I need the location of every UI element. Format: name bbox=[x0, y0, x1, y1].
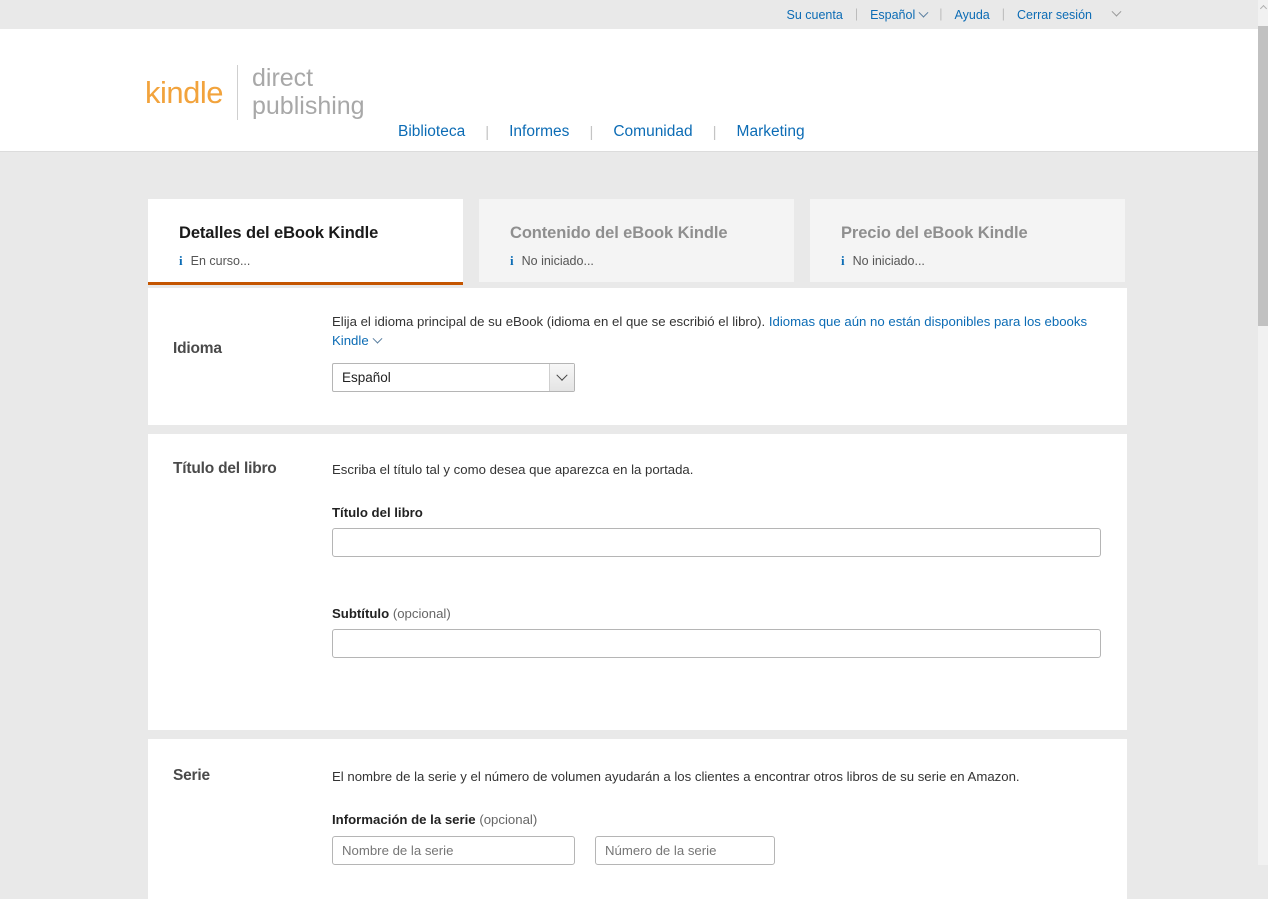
chevron-down-icon[interactable] bbox=[1112, 7, 1122, 17]
nav-separator-1: | bbox=[485, 124, 489, 141]
idioma-description: Elija el idioma principal de su eBook (i… bbox=[332, 312, 1095, 350]
tab-contenido-del-ebook-kindle[interactable]: Contenido del eBook Kindle i No iniciado… bbox=[479, 199, 794, 282]
nav-separator-3: | bbox=[713, 124, 717, 141]
nav-item-informes[interactable]: Informes bbox=[509, 123, 569, 141]
nav-item-biblioteca[interactable]: Biblioteca bbox=[398, 123, 465, 141]
chevron-up-icon[interactable] bbox=[1259, 5, 1266, 12]
series-info-label: Información de la serie (opcional) bbox=[332, 812, 1099, 827]
language-link[interactable]: Español bbox=[870, 8, 927, 22]
scrollbar-thumb[interactable] bbox=[1258, 26, 1268, 326]
language-select-value: Español bbox=[333, 370, 549, 385]
series-info-optional: (opcional) bbox=[479, 812, 537, 827]
serie-description: El nombre de la serie y el número de vol… bbox=[332, 767, 1099, 786]
account-link[interactable]: Su cuenta bbox=[787, 8, 843, 22]
main-navigation: Biblioteca | Informes | Comunidad | Mark… bbox=[398, 123, 805, 141]
tab-detalles-del-ebook-kindle[interactable]: Detalles del eBook Kindle i En curso... bbox=[148, 199, 463, 285]
titulo-description: Escriba el título tal y como desea que a… bbox=[332, 460, 1099, 479]
series-info-label-text: Información de la serie bbox=[332, 812, 476, 827]
section-idioma: Idioma Elija el idioma principal de su e… bbox=[148, 288, 1127, 425]
logo-direct-publishing: direct publishing bbox=[252, 65, 365, 120]
subtitle-field-label-text: Subtítulo bbox=[332, 606, 389, 621]
language-link-label: Español bbox=[870, 8, 915, 22]
logo-divider bbox=[237, 65, 238, 120]
chevron-down-icon bbox=[919, 7, 929, 17]
info-icon: i bbox=[179, 253, 183, 269]
topbar-separator-2: | bbox=[939, 8, 942, 21]
vertical-scrollbar[interactable] bbox=[1258, 0, 1268, 865]
logo-kindle-word: kindle bbox=[145, 77, 237, 108]
series-inputs-row bbox=[332, 836, 1099, 865]
tab-status: i No iniciado... bbox=[841, 253, 1125, 269]
chevron-down-icon bbox=[556, 369, 567, 380]
chevron-down-icon[interactable] bbox=[372, 334, 382, 344]
help-link[interactable]: Ayuda bbox=[955, 8, 990, 22]
nav-item-marketing[interactable]: Marketing bbox=[737, 123, 805, 141]
nav-item-comunidad[interactable]: Comunidad bbox=[613, 123, 692, 141]
tab-status-label: No iniciado... bbox=[853, 254, 925, 268]
book-subtitle-input[interactable] bbox=[332, 629, 1101, 658]
tab-status-label: En curso... bbox=[191, 254, 251, 268]
section-titulo-del-libro: Título del libro Escriba el título tal y… bbox=[148, 434, 1127, 730]
section-label-idioma: Idioma bbox=[173, 340, 323, 358]
tab-title: Contenido del eBook Kindle bbox=[510, 225, 794, 242]
site-header: kindle direct publishing Biblioteca | In… bbox=[0, 29, 1258, 152]
logo-line-direct: direct bbox=[252, 64, 313, 92]
title-field-label: Título del libro bbox=[332, 505, 1099, 520]
section-label-titulo: Título del libro bbox=[173, 460, 323, 478]
kdp-logo[interactable]: kindle direct publishing bbox=[145, 65, 365, 120]
ebook-step-tabs: Detalles del eBook Kindle i En curso... … bbox=[148, 199, 1127, 285]
top-utility-links: Su cuenta | Español | Ayuda | Cerrar ses… bbox=[787, 8, 1120, 22]
tab-status: i No iniciado... bbox=[510, 253, 794, 269]
nav-separator-2: | bbox=[589, 124, 593, 141]
series-number-input[interactable] bbox=[595, 836, 775, 865]
subtitle-field-label: Subtítulo (opcional) bbox=[332, 606, 1099, 621]
topbar-separator-1: | bbox=[855, 8, 858, 21]
logout-link[interactable]: Cerrar sesión bbox=[1017, 8, 1092, 22]
topbar-separator-3: | bbox=[1002, 8, 1005, 21]
subtitle-field-optional: (opcional) bbox=[393, 606, 451, 621]
idioma-description-text: Elija el idioma principal de su eBook (i… bbox=[332, 314, 769, 329]
book-title-input[interactable] bbox=[332, 528, 1101, 557]
page-content: Detalles del eBook Kindle i En curso... … bbox=[0, 153, 1258, 865]
top-utility-bar: Su cuenta | Español | Ayuda | Cerrar ses… bbox=[0, 0, 1258, 29]
logo-line-publishing: publishing bbox=[252, 92, 365, 120]
tab-status: i En curso... bbox=[179, 253, 463, 269]
tab-precio-del-ebook-kindle[interactable]: Precio del eBook Kindle i No iniciado... bbox=[810, 199, 1125, 282]
language-select[interactable]: Español bbox=[332, 363, 575, 392]
info-icon: i bbox=[841, 253, 845, 269]
tab-title: Precio del eBook Kindle bbox=[841, 225, 1125, 242]
series-name-input[interactable] bbox=[332, 836, 575, 865]
section-label-serie: Serie bbox=[173, 767, 323, 785]
info-icon: i bbox=[510, 253, 514, 269]
language-select-button[interactable] bbox=[549, 364, 574, 391]
tab-title: Detalles del eBook Kindle bbox=[179, 225, 463, 242]
tab-status-label: No iniciado... bbox=[522, 254, 594, 268]
section-serie: Serie El nombre de la serie y el número … bbox=[148, 739, 1127, 899]
